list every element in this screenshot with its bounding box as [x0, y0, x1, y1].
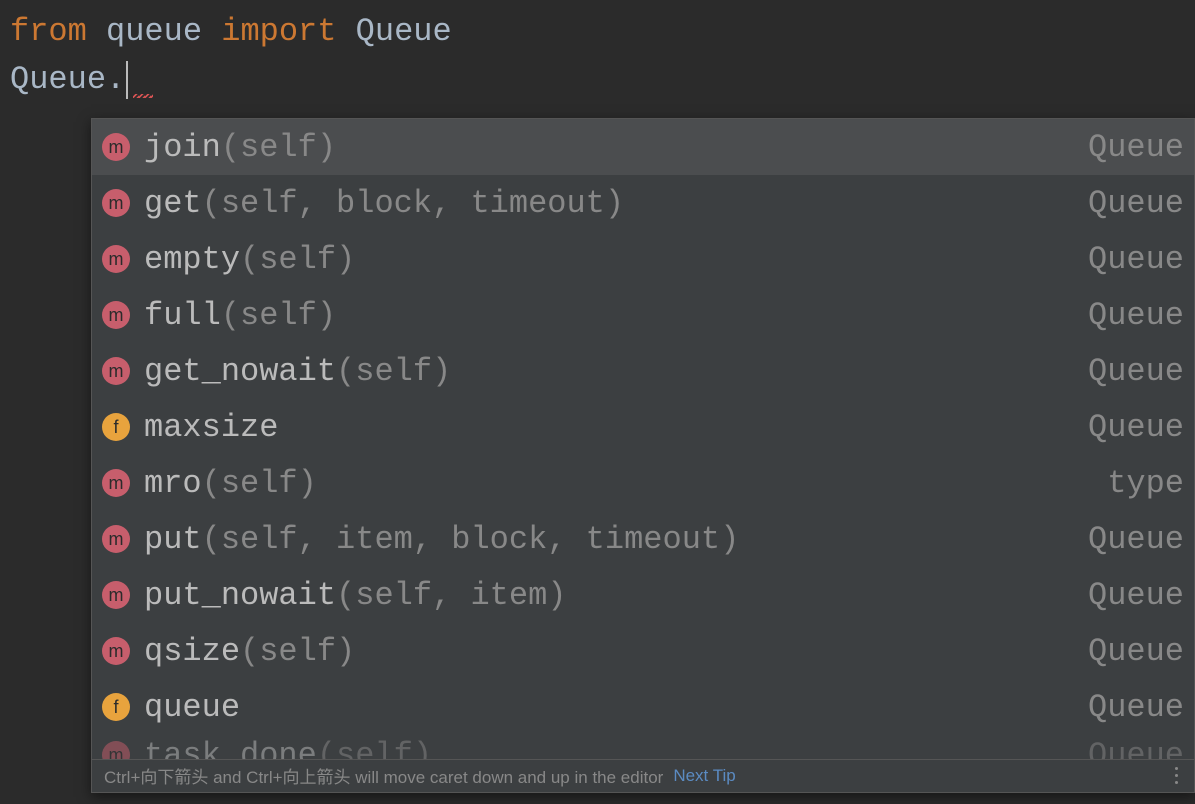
- module-name: queue: [106, 13, 202, 50]
- completion-origin: Queue: [1088, 353, 1184, 390]
- hint-bar: Ctrl+向下箭头 and Ctrl+向上箭头 will move caret …: [92, 759, 1194, 792]
- code-line-2[interactable]: Queue.: [10, 56, 1185, 104]
- completion-origin: Queue: [1088, 737, 1184, 760]
- completion-origin: Queue: [1088, 185, 1184, 222]
- completion-label: qsize(self): [144, 633, 1076, 670]
- completion-item-get_nowait[interactable]: m get_nowait(self) Queue: [92, 343, 1194, 399]
- completion-list[interactable]: m join(self) Queue m get(self, block, timeou…: [92, 119, 1194, 759]
- code-line-1[interactable]: from queue import Queue: [10, 8, 1185, 56]
- next-tip-link[interactable]: Next Tip: [673, 766, 735, 786]
- completion-item-mro[interactable]: m mro(self) type: [92, 455, 1194, 511]
- completion-label: join(self): [144, 129, 1076, 166]
- field-icon: f: [102, 693, 130, 721]
- completion-label: full(self): [144, 297, 1076, 334]
- completion-origin: Queue: [1088, 409, 1184, 446]
- code-text: Queue.: [10, 56, 125, 104]
- method-icon: m: [102, 741, 130, 759]
- method-icon: m: [102, 133, 130, 161]
- completion-label: task_done(self): [144, 737, 1076, 760]
- completion-item-join[interactable]: m join(self) Queue: [92, 119, 1194, 175]
- completion-origin: Queue: [1088, 689, 1184, 726]
- method-icon: m: [102, 245, 130, 273]
- completion-origin: Queue: [1088, 577, 1184, 614]
- completion-label: put(self, item, block, timeout): [144, 521, 1076, 558]
- completion-item-put_nowait[interactable]: m put_nowait(self, item) Queue: [92, 567, 1194, 623]
- completion-item-get[interactable]: m get(self, block, timeout) Queue: [92, 175, 1194, 231]
- caret: [126, 61, 128, 99]
- method-icon: m: [102, 637, 130, 665]
- code-editor[interactable]: from queue import Queue Queue.: [0, 0, 1195, 112]
- completion-label: queue: [144, 689, 1076, 726]
- completion-item-task_done[interactable]: m task_done(self) Queue: [92, 735, 1194, 759]
- completion-origin: type: [1107, 465, 1184, 502]
- more-icon[interactable]: [1171, 765, 1182, 786]
- completion-item-queue[interactable]: fqueue Queue: [92, 679, 1194, 735]
- completion-label: get_nowait(self): [144, 353, 1076, 390]
- completion-origin: Queue: [1088, 521, 1184, 558]
- method-icon: m: [102, 301, 130, 329]
- completion-origin: Queue: [1088, 633, 1184, 670]
- completion-label: empty(self): [144, 241, 1076, 278]
- keyword-from: from: [10, 13, 87, 50]
- completion-item-full[interactable]: m full(self) Queue: [92, 287, 1194, 343]
- completion-item-put[interactable]: m put(self, item, block, timeout) Queue: [92, 511, 1194, 567]
- completion-origin: Queue: [1088, 297, 1184, 334]
- imported-name: Queue: [356, 13, 452, 50]
- method-icon: m: [102, 581, 130, 609]
- completion-origin: Queue: [1088, 241, 1184, 278]
- hint-text: Ctrl+向下箭头 and Ctrl+向上箭头 will move caret …: [104, 763, 663, 788]
- method-icon: m: [102, 469, 130, 497]
- keyword-import: import: [221, 13, 336, 50]
- completion-label: put_nowait(self, item): [144, 577, 1076, 614]
- completion-item-maxsize[interactable]: f maxsize Queue: [92, 399, 1194, 455]
- method-icon: m: [102, 189, 130, 217]
- completion-item-qsize[interactable]: m qsize(self) Queue: [92, 623, 1194, 679]
- completion-origin: Queue: [1088, 129, 1184, 166]
- method-icon: m: [102, 525, 130, 553]
- completion-label: maxsize: [144, 409, 1076, 446]
- autocomplete-popup[interactable]: m join(self) Queue m get(self, block, timeou…: [91, 118, 1195, 793]
- field-icon: f: [102, 413, 130, 441]
- completion-label: mro(self): [144, 465, 1095, 502]
- completion-label: get(self, block, timeout): [144, 185, 1076, 222]
- error-squiggle: [133, 94, 153, 98]
- method-icon: m: [102, 357, 130, 385]
- completion-item-empty[interactable]: m empty(self) Queue: [92, 231, 1194, 287]
